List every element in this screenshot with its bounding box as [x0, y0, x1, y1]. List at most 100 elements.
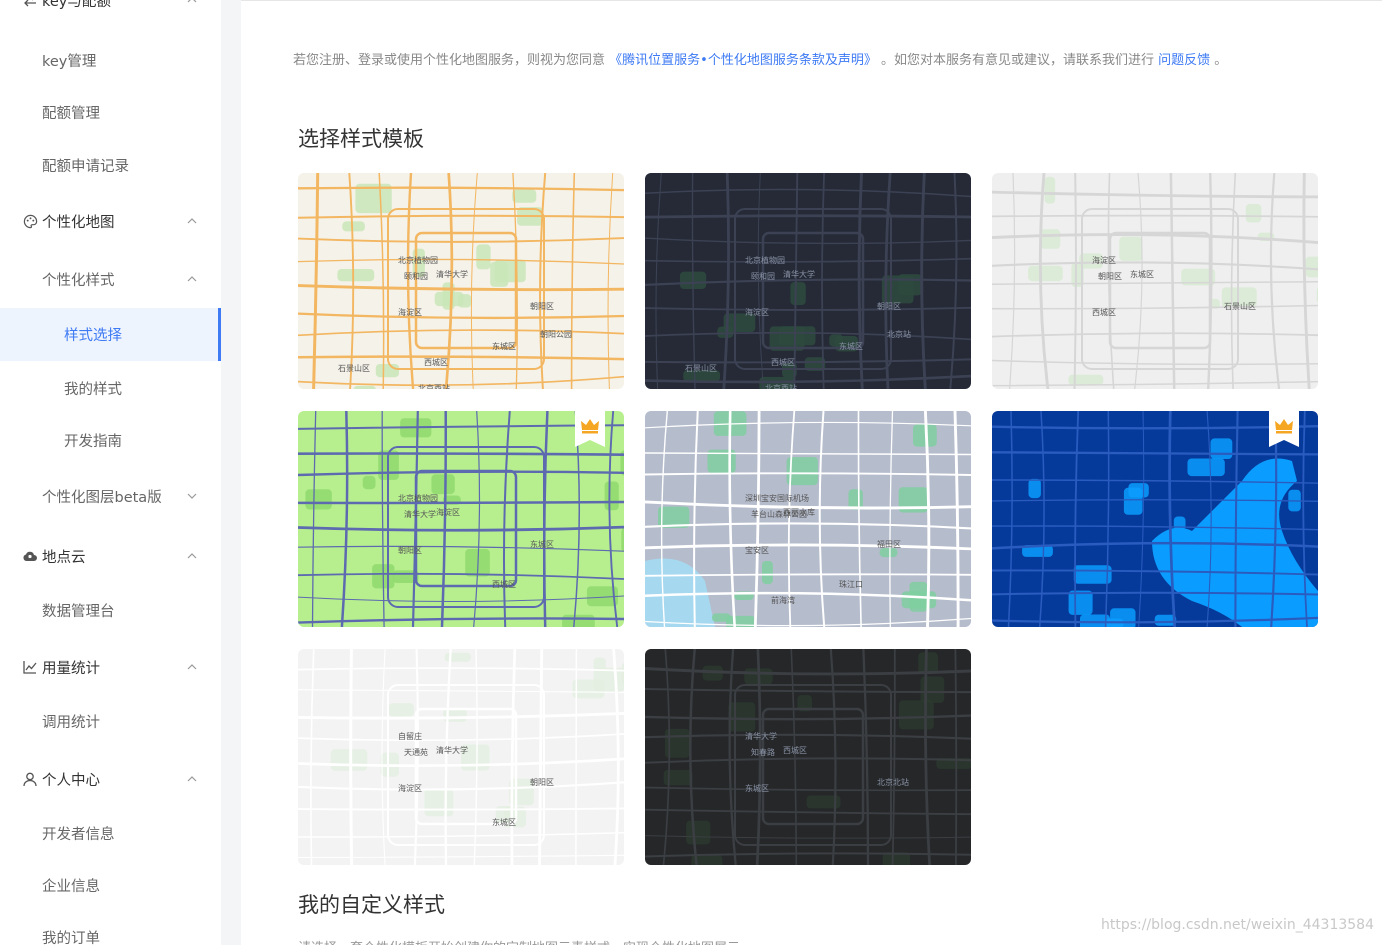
- swap-icon: [22, 0, 38, 8]
- sidebar-item-4[interactable]: 个性化地图: [0, 203, 221, 239]
- sidebar-item-6[interactable]: 样式选择: [0, 308, 221, 361]
- template-card-charcoal[interactable]: 清华大学 知春路 西城区 东城区 北京北站: [645, 649, 971, 865]
- sidebar-item-9[interactable]: 个性化图层beta版: [0, 478, 221, 514]
- map-preview: [298, 649, 624, 865]
- service-notice: 若您注册、登录或使用个性化地图服务，则视为您同意 《腾讯位置服务•个性化地图服务…: [293, 49, 1227, 68]
- map-preview: [645, 649, 971, 865]
- chevron-up-icon[interactable]: [185, 272, 199, 286]
- map-label: 西城区: [771, 358, 795, 367]
- map-label: 北京植物园: [398, 494, 438, 503]
- map-label: 海淀区: [436, 508, 460, 517]
- chevron-up-icon[interactable]: [185, 549, 199, 563]
- main-content: 若您注册、登录或使用个性化地图服务，则视为您同意 《腾讯位置服务•个性化地图服务…: [241, 0, 1382, 945]
- chevron-up-icon[interactable]: [185, 660, 199, 674]
- map-label: 朝阳区: [877, 302, 901, 311]
- sidebar-item-8[interactable]: 开发指南: [0, 422, 221, 458]
- sidebar-item-label: 开发指南: [64, 433, 122, 450]
- custom-styles-title: 我的自定义样式: [298, 893, 445, 917]
- crown-icon: [575, 411, 605, 447]
- sidebar-item-label: 配额管理: [42, 105, 100, 122]
- sidebar-item-3[interactable]: 配额申请记录: [0, 148, 221, 182]
- map-label: 前海湾: [771, 596, 795, 605]
- map-label: 海淀区: [745, 308, 769, 317]
- map-label: 东城区: [745, 784, 769, 793]
- map-label: 西城区: [1092, 308, 1116, 317]
- map-label: 珠江口: [839, 580, 863, 589]
- sidebar-item-label: 我的订单: [42, 930, 100, 945]
- sidebar-item-7[interactable]: 我的样式: [0, 370, 221, 406]
- sidebar-item-label: key管理: [42, 53, 97, 70]
- map-label: 清华大学: [783, 270, 815, 279]
- sidebar-item-11[interactable]: 数据管理台: [0, 593, 221, 627]
- sidebar-item-5[interactable]: 个性化样式: [0, 261, 221, 297]
- map-label: 自留庄: [398, 732, 422, 741]
- sidebar-item-2[interactable]: 配额管理: [0, 95, 221, 129]
- sidebar-item-13[interactable]: 调用统计: [0, 704, 221, 738]
- template-card-white[interactable]: 自留庄 天通苑 清华大学 海淀区 朝阳区 东城区: [298, 649, 624, 865]
- map-label: 北京植物园: [398, 256, 438, 265]
- template-card-dark[interactable]: 北京植物园 颐和园 清华大学 海淀区 朝阳区 东城区 西城区 石景山区 北京西站 北京站: [645, 173, 971, 389]
- map-label: 海淀区: [1092, 256, 1116, 265]
- sidebar-item-1[interactable]: key管理: [0, 43, 221, 77]
- cloud-icon: [22, 548, 38, 564]
- map-label: 颐和园: [404, 272, 428, 281]
- sidebar-item-17[interactable]: 我的订单: [0, 920, 221, 945]
- crown-icon: [1269, 411, 1299, 447]
- sidebar: key与配额 key管理配额管理配额申请记录个性化地图个性化样式样式选择我的样式开…: [0, 0, 221, 945]
- map-label: 石景山区: [338, 364, 370, 373]
- sidebar-item-label: 个性化样式: [42, 272, 115, 289]
- chevron-up-icon[interactable]: [185, 214, 199, 228]
- map-preview: [992, 173, 1318, 389]
- sidebar-item-10[interactable]: 地点云: [0, 538, 221, 574]
- templates-title: 选择样式模板: [298, 127, 424, 151]
- sidebar-gutter: [221, 0, 241, 945]
- chevron-up-icon[interactable]: [185, 0, 199, 7]
- map-label: 东城区: [492, 342, 516, 351]
- map-label: 海淀区: [398, 784, 422, 793]
- map-label: 东城区: [1130, 270, 1154, 279]
- sidebar-item-label: 调用统计: [42, 714, 100, 731]
- sidebar-item-12[interactable]: 用量统计: [0, 649, 221, 685]
- sidebar-item-15[interactable]: 开发者信息: [0, 816, 221, 850]
- map-label: 北京植物园: [745, 256, 785, 265]
- template-card-deep-blue[interactable]: [992, 411, 1318, 627]
- map-label: 北京站: [887, 330, 911, 339]
- sidebar-item-label: key与配额: [42, 0, 111, 10]
- line-chart-icon: [22, 659, 38, 675]
- map-label: 宝安区: [745, 546, 769, 555]
- watermark: https://blog.csdn.net/weixin_44313584: [1100, 917, 1374, 933]
- sidebar-item-label: 数据管理台: [42, 603, 115, 620]
- feedback-link[interactable]: 问题反馈: [1158, 53, 1210, 68]
- user-icon: [22, 771, 38, 787]
- map-label: 朝阳公园: [540, 330, 572, 339]
- notice-prefix: 若您注册、登录或使用个性化地图服务，则视为您同意: [293, 53, 606, 68]
- template-card-slate[interactable]: 深圳宝安国际机场 羊台山森林公园 西丽水库 宝安区 福田区 珠江口 前海湾: [645, 411, 971, 627]
- sidebar-item-label: 个人中心: [42, 772, 100, 789]
- terms-link[interactable]: 《腾讯位置服务•个性化地图服务条款及声明》: [609, 53, 877, 68]
- map-label: 东城区: [839, 342, 863, 351]
- sidebar-item-label: 个性化图层beta版: [42, 489, 162, 506]
- chevron-down-icon[interactable]: [185, 489, 199, 503]
- sidebar-item-0[interactable]: key与配额: [0, 0, 221, 17]
- map-label: 北京西站: [418, 384, 450, 389]
- sidebar-item-label: 我的样式: [64, 381, 122, 398]
- sidebar-item-label: 配额申请记录: [42, 158, 129, 175]
- template-card-classic-light[interactable]: 北京植物园 颐和园 清华大学 海淀区 朝阳区 东城区 西城区 石景山区 北京西站 朝阳公园: [298, 173, 624, 389]
- sidebar-item-label: 地点云: [42, 549, 86, 566]
- template-card-gray[interactable]: 海淀区 朝阳区 东城区 西城区 石景山区: [992, 173, 1318, 389]
- sidebar-item-label: 企业信息: [42, 878, 100, 895]
- map-preview: [645, 411, 971, 627]
- sidebar-item-16[interactable]: 企业信息: [0, 868, 221, 902]
- chevron-up-icon[interactable]: [185, 772, 199, 786]
- map-label: 深圳宝安国际机场: [745, 494, 809, 503]
- map-label: 福田区: [877, 540, 901, 549]
- map-label: 朝阳区: [398, 546, 422, 555]
- map-label: 北京西站: [765, 384, 797, 389]
- palette-icon: [22, 213, 38, 229]
- template-card-green[interactable]: 北京植物园 清华大学 海淀区 朝阳区 东城区 西城区: [298, 411, 624, 627]
- map-label: 朝阳区: [530, 302, 554, 311]
- sidebar-item-14[interactable]: 个人中心: [0, 761, 221, 797]
- map-label: 海淀区: [398, 308, 422, 317]
- map-label: 东城区: [492, 818, 516, 827]
- map-label: 北京北站: [877, 778, 909, 787]
